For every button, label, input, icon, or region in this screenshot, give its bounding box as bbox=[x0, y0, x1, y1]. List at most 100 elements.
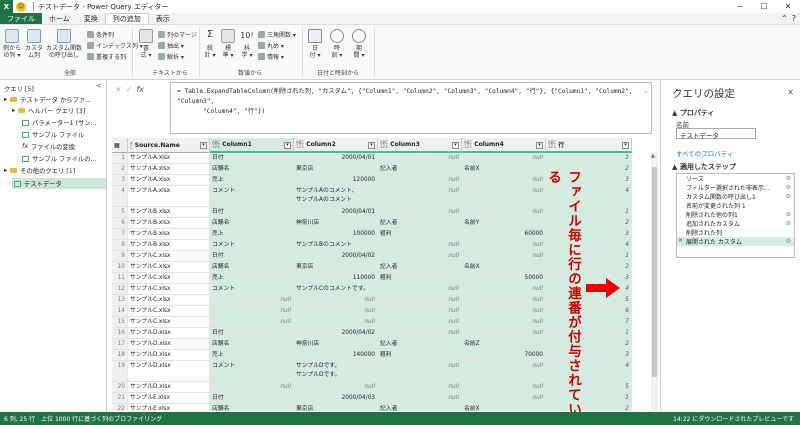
scrollbar-thumb[interactable] bbox=[652, 167, 657, 377]
table-cell[interactable]: 記入者 bbox=[378, 339, 462, 349]
conditional-column-button[interactable]: 条件列 bbox=[87, 30, 114, 39]
table-cell[interactable]: コメント bbox=[210, 361, 294, 381]
table-cell[interactable]: 20 bbox=[112, 382, 128, 392]
table-cell[interactable]: 2 bbox=[112, 164, 128, 174]
formula-input[interactable]: = Table.ExpandTableColumn(削除された列, "カスタム"… bbox=[170, 82, 652, 134]
folder-item[interactable]: ▸ その他のクエリ [1] bbox=[4, 166, 75, 175]
table-cell[interactable]: コメント bbox=[210, 186, 294, 206]
table-cell[interactable]: null bbox=[378, 186, 462, 206]
table-cell[interactable]: null bbox=[378, 382, 462, 392]
table-cell[interactable]: サンプルA.xlsx bbox=[128, 153, 210, 163]
table-cell[interactable]: 日付 bbox=[210, 207, 294, 217]
table-cell[interactable]: 記入者 bbox=[378, 404, 462, 411]
table-cell[interactable]: 5 bbox=[546, 382, 632, 392]
table-cell[interactable]: 日付 bbox=[210, 393, 294, 403]
table-cell[interactable]: 14 bbox=[112, 306, 128, 316]
table-cell[interactable]: null bbox=[462, 240, 546, 250]
delete-step-icon[interactable]: ✕ bbox=[678, 237, 683, 244]
table-cell[interactable]: null bbox=[378, 240, 462, 250]
table-cell[interactable]: 売上 bbox=[210, 175, 294, 185]
table-cell[interactable]: null bbox=[378, 284, 462, 294]
commit-icon[interactable]: ✓ bbox=[126, 85, 133, 94]
table-cell[interactable]: 日付 bbox=[210, 153, 294, 163]
table-cell[interactable]: サンプルC.xlsx bbox=[128, 273, 210, 283]
query-item-selected[interactable]: テストデータ bbox=[12, 178, 106, 189]
table-cell[interactable]: 1 bbox=[546, 207, 632, 217]
table-cell[interactable]: サンプルE.xlsx bbox=[128, 393, 210, 403]
close-icon[interactable]: ✕ bbox=[776, 0, 800, 13]
applied-steps-header[interactable]: ▲ 適用したステップ bbox=[672, 162, 736, 172]
duplicate-column-button[interactable]: 重複する列 bbox=[87, 52, 126, 61]
index-column-button[interactable]: インデックス列 ▾ bbox=[87, 41, 143, 50]
folder-item[interactable]: ▸ ヘルパー クエリ [3] bbox=[12, 106, 85, 115]
table-cell[interactable]: サンプルBのコメント bbox=[294, 240, 378, 250]
filter-dropdown-icon[interactable]: ▾ bbox=[368, 142, 375, 149]
table-cell[interactable]: 8 bbox=[112, 240, 128, 250]
table-cell[interactable]: 東京店 bbox=[294, 164, 378, 174]
table-cell[interactable]: 13 bbox=[112, 295, 128, 305]
query-item[interactable]: パラメーター1 (サン... bbox=[22, 118, 97, 127]
table-cell[interactable]: サンプルA.xlsx bbox=[128, 175, 210, 185]
table-cell[interactable]: 記入者 bbox=[378, 164, 462, 174]
collapse-ribbon-icon[interactable]: ⌃ bbox=[781, 14, 788, 23]
table-cell[interactable]: 2 bbox=[546, 339, 632, 349]
table-cell[interactable]: サンプルB.xlsx bbox=[128, 229, 210, 239]
gear-icon[interactable]: ⚙ bbox=[786, 184, 791, 191]
collapse-pane-icon[interactable]: < bbox=[96, 82, 102, 90]
table-cell[interactable]: null bbox=[462, 317, 546, 327]
close-icon[interactable]: ✕ bbox=[787, 88, 794, 97]
table-cell[interactable]: 70000 bbox=[462, 350, 546, 360]
table-cell[interactable]: 店舗名 bbox=[210, 164, 294, 174]
table-cell[interactable]: 120000 bbox=[294, 175, 378, 185]
table-cell[interactable]: null bbox=[462, 393, 546, 403]
table-cell[interactable]: 16 bbox=[112, 328, 128, 338]
table-cell[interactable]: 6 bbox=[112, 218, 128, 228]
table-cell[interactable]: 7 bbox=[112, 229, 128, 239]
table-cell[interactable]: 12 bbox=[112, 284, 128, 294]
table-cell[interactable]: 4 bbox=[546, 186, 632, 206]
table-cell[interactable]: サンプルCのコメントです。 bbox=[294, 284, 378, 294]
name-field[interactable]: テストデータ bbox=[676, 128, 756, 140]
queries-header[interactable]: クエリ [5] bbox=[4, 84, 34, 93]
table-cell[interactable]: 18 bbox=[112, 350, 128, 360]
table-cell[interactable]: 19 bbox=[112, 361, 128, 381]
table-cell[interactable]: null bbox=[378, 393, 462, 403]
gear-icon[interactable]: ⚙ bbox=[786, 238, 791, 245]
table-cell[interactable]: サンプルA.xlsx bbox=[128, 186, 210, 206]
table-cell[interactable]: 9 bbox=[112, 251, 128, 261]
table-cell[interactable]: 2 bbox=[546, 404, 632, 411]
table-cell[interactable]: サンプルB.xlsx bbox=[128, 218, 210, 228]
table-cell[interactable]: null bbox=[294, 306, 378, 316]
column-header[interactable]: ABC 123 行 ▾ bbox=[546, 138, 632, 153]
table-cell[interactable]: null bbox=[378, 317, 462, 327]
table-cell[interactable]: 2000/04/02 bbox=[294, 251, 378, 261]
table-cell[interactable]: 2000/04/02 bbox=[294, 328, 378, 338]
rounding-button[interactable]: 丸め ▾ bbox=[258, 41, 284, 50]
table-cell[interactable]: 15 bbox=[112, 317, 128, 327]
step-item[interactable]: ソース ⚙ bbox=[677, 174, 794, 183]
step-item[interactable]: 追加されたカスタム ⚙ bbox=[677, 219, 794, 228]
table-cell[interactable]: サンプルDです。 サンプルDです。 bbox=[294, 361, 378, 381]
folder-item[interactable]: ▸ テストデータ からファ... bbox=[4, 95, 91, 104]
table-cell[interactable]: 店舗名 bbox=[210, 339, 294, 349]
table-cell[interactable]: null bbox=[378, 251, 462, 261]
duration-button[interactable]: 期 間 ▾ bbox=[352, 29, 366, 59]
table-cell[interactable]: サンプルC.xlsx bbox=[128, 262, 210, 272]
table-cell[interactable]: 2 bbox=[546, 262, 632, 272]
table-cell[interactable]: null bbox=[378, 295, 462, 305]
table-cell[interactable]: 1 bbox=[546, 251, 632, 261]
table-cell[interactable]: null bbox=[294, 382, 378, 392]
fx-icon[interactable]: fx bbox=[136, 85, 144, 94]
table-cell[interactable]: null bbox=[210, 295, 294, 305]
table-cell[interactable]: 140000 bbox=[294, 350, 378, 360]
table-cell[interactable]: 日付 bbox=[210, 328, 294, 338]
table-cell[interactable]: サンプルD.xlsx bbox=[128, 382, 210, 392]
table-cell[interactable]: 6 bbox=[546, 306, 632, 316]
table-cell[interactable]: 名前X bbox=[462, 262, 546, 272]
table-cell[interactable]: サンプルC.xlsx bbox=[128, 251, 210, 261]
maximize-icon[interactable]: ☐ bbox=[752, 0, 776, 13]
table-cell[interactable]: null bbox=[378, 175, 462, 185]
table-cell[interactable]: サンプルE.xlsx bbox=[128, 404, 210, 411]
table-cell[interactable]: null bbox=[462, 306, 546, 316]
extract-button[interactable]: 抽出 ▾ bbox=[158, 41, 184, 50]
